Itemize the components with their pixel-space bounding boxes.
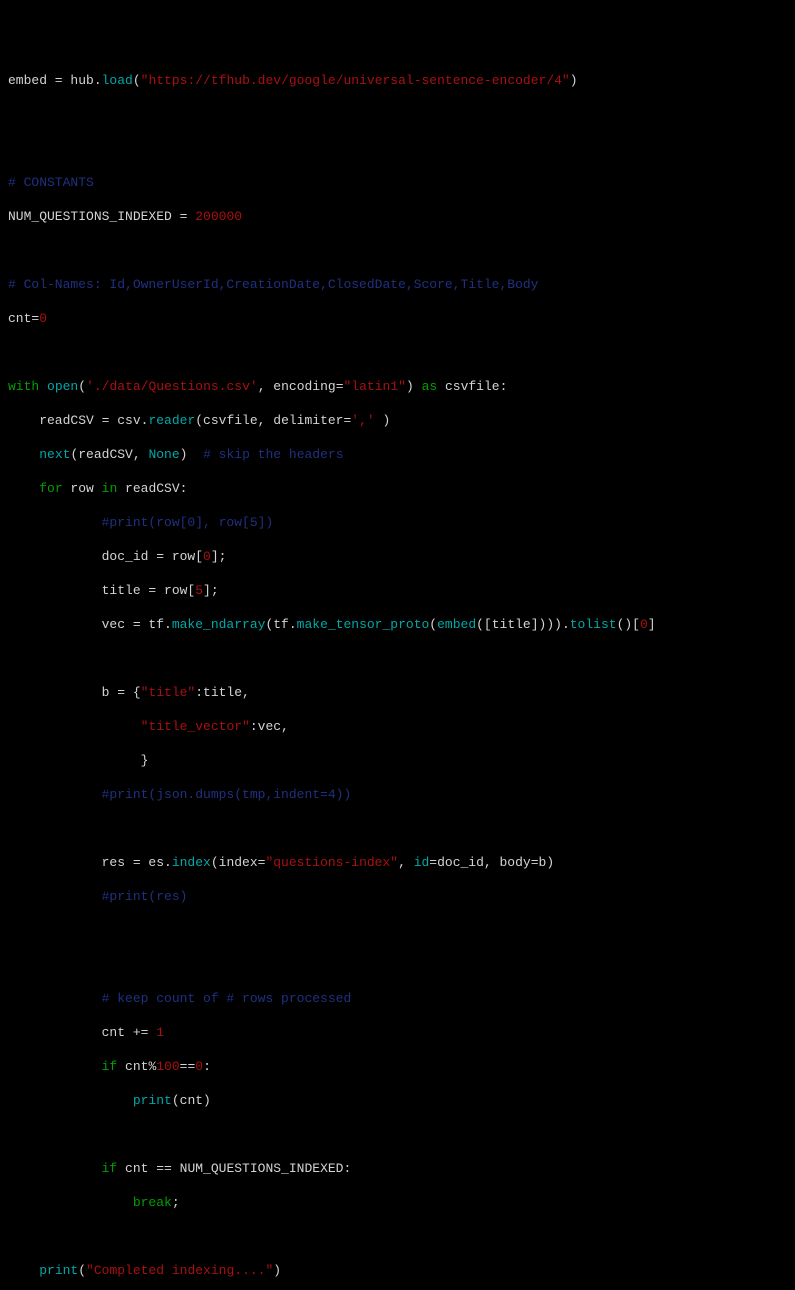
- code-line: [8, 922, 787, 939]
- code-line: if cnt == NUM_QUESTIONS_INDEXED:: [8, 1160, 787, 1177]
- code-line: break;: [8, 1194, 787, 1211]
- code-editor[interactable]: embed = hub.load("https://tfhub.dev/goog…: [8, 72, 787, 1290]
- code-line: [8, 1228, 787, 1245]
- code-line: next(readCSV, None) # skip the headers: [8, 446, 787, 463]
- code-line: res = es.index(index="questions-index", …: [8, 854, 787, 871]
- code-line: for row in readCSV:: [8, 480, 787, 497]
- code-line: print("Completed indexing...."): [8, 1262, 787, 1279]
- code-line: [8, 106, 787, 123]
- code-line: #print(row[0], row[5]): [8, 514, 787, 531]
- code-line: }: [8, 752, 787, 769]
- code-line: cnt += 1: [8, 1024, 787, 1041]
- code-line: [8, 820, 787, 837]
- code-line: vec = tf.make_ndarray(tf.make_tensor_pro…: [8, 616, 787, 633]
- code-line: [8, 344, 787, 361]
- code-line: cnt=0: [8, 310, 787, 327]
- code-line: [8, 140, 787, 157]
- code-line: doc_id = row[0];: [8, 548, 787, 565]
- code-line: [8, 242, 787, 259]
- code-line: embed = hub.load("https://tfhub.dev/goog…: [8, 72, 787, 89]
- code-line: readCSV = csv.reader(csvfile, delimiter=…: [8, 412, 787, 429]
- code-line: [8, 1126, 787, 1143]
- code-line: "title_vector":vec,: [8, 718, 787, 735]
- code-line: with open('./data/Questions.csv', encodi…: [8, 378, 787, 395]
- code-line: [8, 956, 787, 973]
- code-line: [8, 650, 787, 667]
- code-line: NUM_QUESTIONS_INDEXED = 200000: [8, 208, 787, 225]
- code-line: #print(res): [8, 888, 787, 905]
- code-line: #print(json.dumps(tmp,indent=4)): [8, 786, 787, 803]
- code-line: # Col-Names: Id,OwnerUserId,CreationDate…: [8, 276, 787, 293]
- code-line: # CONSTANTS: [8, 174, 787, 191]
- code-line: print(cnt): [8, 1092, 787, 1109]
- code-line: if cnt%100==0:: [8, 1058, 787, 1075]
- code-line: b = {"title":title,: [8, 684, 787, 701]
- code-line: title = row[5];: [8, 582, 787, 599]
- code-line: # keep count of # rows processed: [8, 990, 787, 1007]
